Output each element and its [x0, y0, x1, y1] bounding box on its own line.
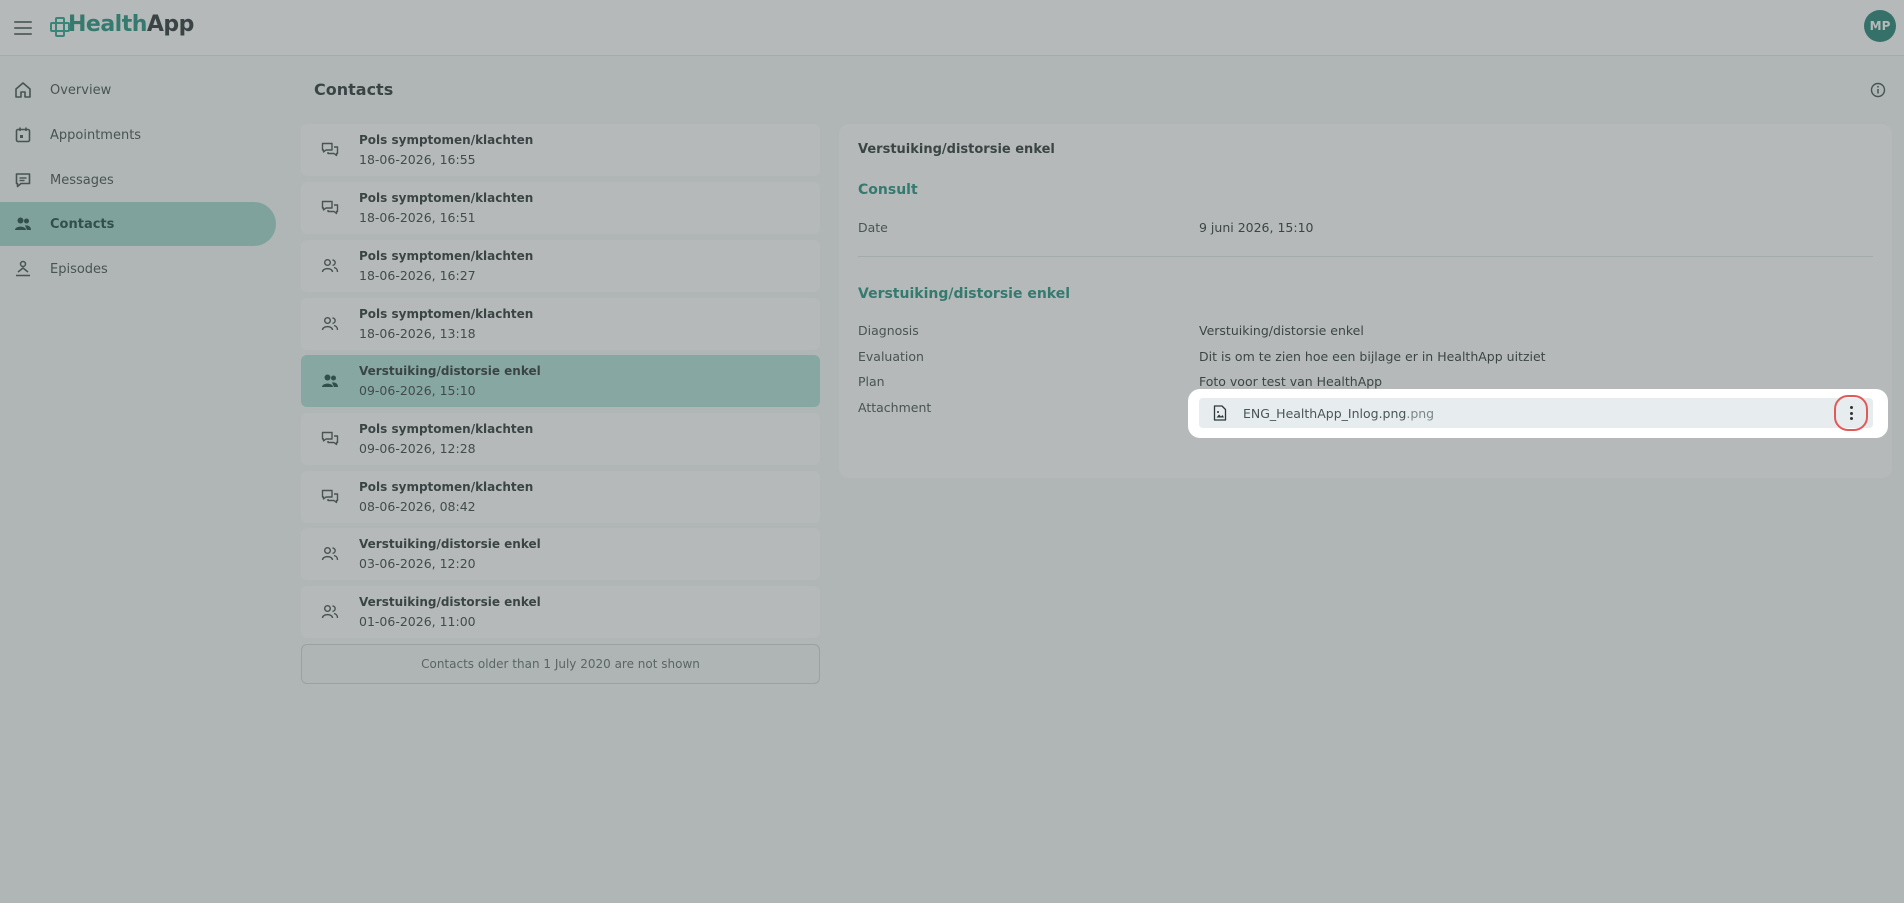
- plan-value: Foto voor test van HealthApp: [1199, 374, 1383, 389]
- contact-row[interactable]: Pols symptomen/klachten 18-06-2026, 16:5…: [301, 182, 820, 234]
- people-icon: [321, 547, 339, 561]
- attachment-label: Attachment: [858, 400, 932, 415]
- sidebar: Overview Appointments Messages Contacts …: [0, 56, 280, 903]
- app-name-part2: App: [146, 12, 195, 37]
- contact-row[interactable]: Verstuiking/distorsie enkel 03-06-2026, …: [301, 528, 820, 580]
- sidebar-item-contacts[interactable]: Contacts: [0, 202, 276, 246]
- attachment-more-options-button[interactable]: [1834, 395, 1868, 431]
- evaluation-label: Evaluation: [858, 349, 924, 364]
- dot: [1849, 416, 1853, 420]
- contact-title: Pols symptomen/klachten: [359, 480, 534, 494]
- evaluation-value: Dit is om te zien hoe een bijlage er in …: [1199, 349, 1546, 364]
- image-file-icon: [1213, 405, 1227, 421]
- avatar[interactable]: MP: [1864, 10, 1896, 42]
- sidebar-item-overview[interactable]: Overview: [0, 68, 276, 112]
- section-divider: [858, 256, 1873, 257]
- menu-icon[interactable]: [14, 17, 32, 37]
- contact-row-selected[interactable]: Verstuiking/distorsie enkel 09-06-2026, …: [301, 355, 820, 407]
- chat-bubbles-icon: [321, 431, 339, 446]
- chat-icon: [15, 173, 31, 188]
- diagnosis-label: Diagnosis: [858, 323, 919, 338]
- sidebar-item-label: Appointments: [50, 127, 142, 143]
- episode-heading: Verstuiking/distorsie enkel: [858, 286, 1071, 302]
- contact-title: Verstuiking/distorsie enkel: [359, 537, 541, 551]
- people-icon: [15, 217, 31, 230]
- date-label: Date: [858, 220, 888, 235]
- chat-bubbles-icon: [321, 200, 339, 215]
- sidebar-item-label: Contacts: [50, 216, 115, 232]
- app-logo[interactable]: Health App: [50, 12, 194, 37]
- sidebar-item-appointments[interactable]: Appointments: [0, 113, 276, 157]
- cross-logo-icon: [50, 16, 70, 37]
- contact-title: Verstuiking/distorsie enkel: [359, 364, 541, 378]
- contact-title: Pols symptomen/klachten: [359, 307, 534, 321]
- contact-title: Pols symptomen/klachten: [359, 133, 534, 147]
- people-icon: [322, 374, 338, 387]
- sidebar-item-label: Episodes: [50, 261, 108, 277]
- contact-title: Pols symptomen/klachten: [359, 422, 534, 436]
- contact-date: 18-06-2026, 13:18: [359, 326, 476, 341]
- contact-date: 18-06-2026, 16:27: [359, 268, 476, 283]
- date-value: 9 juni 2026, 15:10: [1199, 220, 1314, 235]
- contact-row[interactable]: Pols symptomen/klachten 18-06-2026, 16:5…: [301, 124, 820, 176]
- contact-row[interactable]: Verstuiking/distorsie enkel 01-06-2026, …: [301, 586, 820, 638]
- contact-date: 18-06-2026, 16:51: [359, 210, 476, 225]
- people-icon: [321, 317, 339, 331]
- contact-row[interactable]: Pols symptomen/klachten 18-06-2026, 16:2…: [301, 240, 820, 292]
- contact-date: 01-06-2026, 11:00: [359, 614, 476, 629]
- app-header: Health App MP: [0, 0, 1904, 56]
- people-icon: [321, 605, 339, 619]
- contact-row[interactable]: Pols symptomen/klachten 18-06-2026, 13:1…: [301, 298, 820, 350]
- contact-title: Verstuiking/distorsie enkel: [359, 595, 541, 609]
- people-icon: [321, 259, 339, 273]
- contact-date: 09-06-2026, 12:28: [359, 441, 476, 456]
- chat-bubbles-icon: [321, 142, 339, 157]
- sidebar-item-messages[interactable]: Messages: [0, 158, 276, 202]
- sidebar-item-label: Overview: [50, 82, 112, 98]
- home-icon: [15, 82, 31, 98]
- consult-heading: Consult: [858, 182, 918, 198]
- contact-date: 18-06-2026, 16:55: [359, 152, 476, 167]
- dot: [1849, 406, 1853, 410]
- sidebar-item-label: Messages: [50, 172, 114, 188]
- dot: [1849, 411, 1853, 415]
- page-title: Contacts: [314, 80, 394, 99]
- contact-date: 09-06-2026, 15:10: [359, 383, 476, 398]
- attachment-filename: ENG_HealthApp_Inlog.png.png: [1243, 406, 1435, 421]
- app-name-part1: Health: [68, 12, 147, 37]
- plan-label: Plan: [858, 374, 885, 389]
- diagnosis-value: Verstuiking/distorsie enkel: [1199, 323, 1364, 338]
- calendar-icon: [15, 127, 31, 143]
- contact-row[interactable]: Pols symptomen/klachten 08-06-2026, 08:4…: [301, 471, 820, 523]
- contact-date: 08-06-2026, 08:42: [359, 499, 476, 514]
- attachment-item[interactable]: ENG_HealthApp_Inlog.png.png: [1199, 398, 1873, 428]
- contacts-age-note: Contacts older than 1 July 2020 are not …: [301, 644, 820, 684]
- contact-date: 03-06-2026, 12:20: [359, 556, 476, 571]
- contact-title: Pols symptomen/klachten: [359, 249, 534, 263]
- contact-title: Pols symptomen/klachten: [359, 191, 534, 205]
- info-icon[interactable]: [1870, 82, 1886, 98]
- episodes-icon: [16, 260, 30, 277]
- chat-bubbles-icon: [321, 489, 339, 504]
- sidebar-item-episodes[interactable]: Episodes: [0, 247, 276, 291]
- contact-row[interactable]: Pols symptomen/klachten 09-06-2026, 12:2…: [301, 413, 820, 465]
- detail-title: Verstuiking/distorsie enkel: [858, 142, 1055, 157]
